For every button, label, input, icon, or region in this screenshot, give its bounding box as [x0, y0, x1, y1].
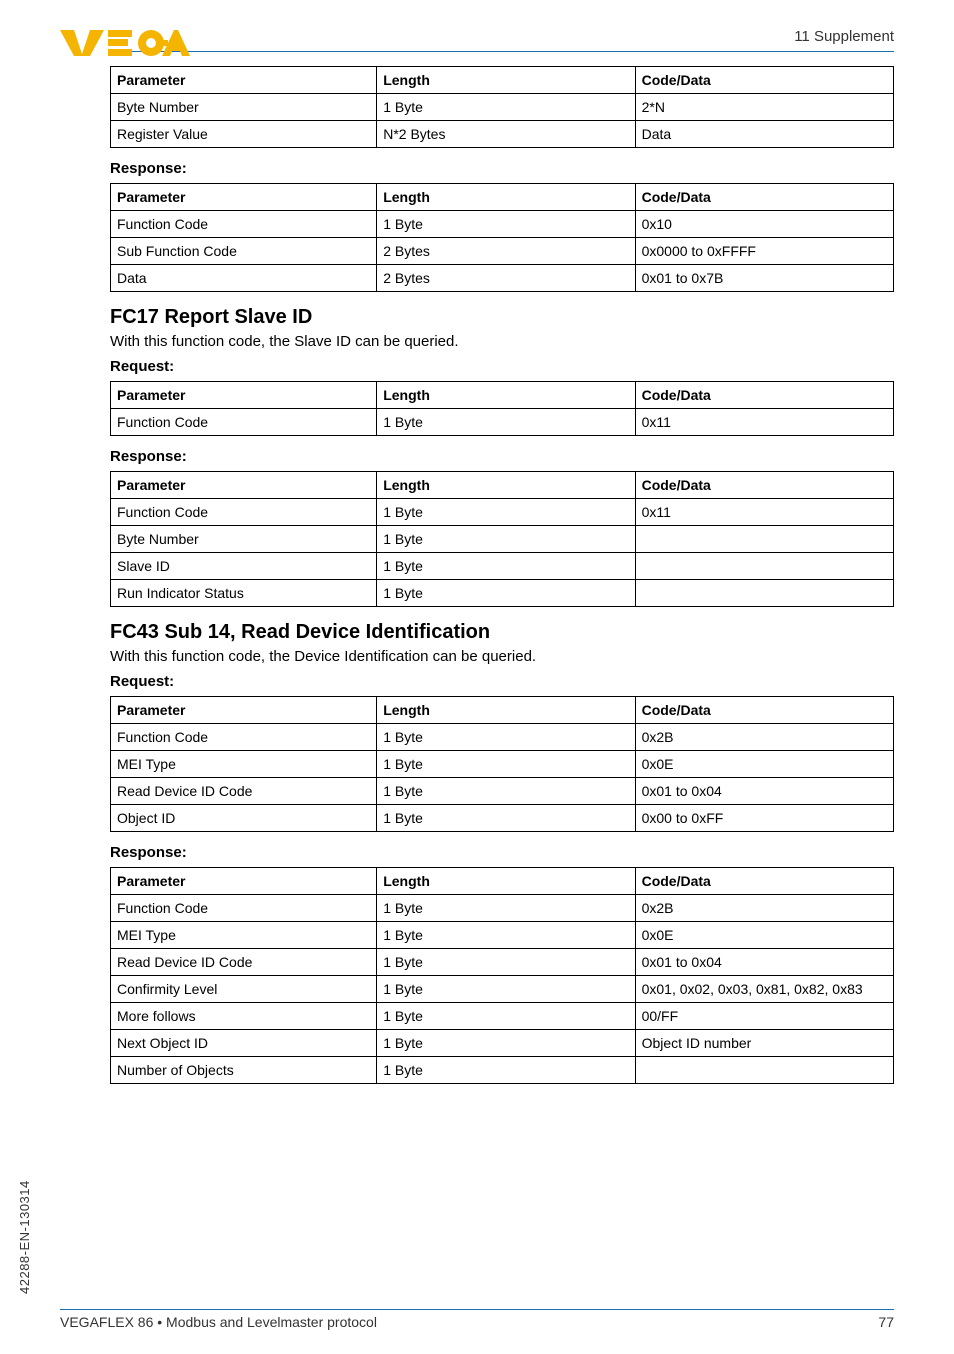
table-row: MEI Type1 Byte0x0E: [111, 751, 894, 778]
heading-fc43: FC43 Sub 14, Read Device Identification: [110, 621, 894, 644]
th: Code/Data: [635, 382, 893, 409]
label-request: Request:: [110, 358, 894, 375]
table-row: Object ID1 Byte0x00 to 0xFF: [111, 805, 894, 832]
desc-fc43: With this function code, the Device Iden…: [110, 648, 894, 665]
th: Parameter: [111, 472, 377, 499]
table-row: Number of Objects1 Byte: [111, 1057, 894, 1084]
th: Code/Data: [635, 868, 893, 895]
th: Parameter: [111, 697, 377, 724]
table-row: Function Code1 Byte0x11: [111, 409, 894, 436]
table-row: Byte Number1 Byte2*N: [111, 94, 894, 121]
th: Length: [377, 697, 635, 724]
table-row: Function Code1 Byte0x10: [111, 211, 894, 238]
label-response: Response:: [110, 844, 894, 861]
table-fc43-req: Parameter Length Code/Data Function Code…: [110, 696, 894, 832]
table-row: Read Device ID Code1 Byte0x01 to 0x04: [111, 778, 894, 805]
table-row: Function Code1 Byte0x2B: [111, 724, 894, 751]
th: Code/Data: [635, 184, 893, 211]
document-code: 42288-EN-130314: [17, 1180, 32, 1294]
th: Parameter: [111, 868, 377, 895]
th: Parameter: [111, 184, 377, 211]
table-response-1: Parameter Length Code/Data Function Code…: [110, 183, 894, 292]
table-row: Register ValueN*2 BytesData: [111, 121, 894, 148]
table-fc17-res: Parameter Length Code/Data Function Code…: [110, 471, 894, 607]
label-response: Response:: [110, 160, 894, 177]
footer-divider: [60, 1309, 894, 1310]
table-row: Sub Function Code2 Bytes0x0000 to 0xFFFF: [111, 238, 894, 265]
th: Parameter: [111, 67, 377, 94]
table-row: Confirmity Level1 Byte0x01, 0x02, 0x03, …: [111, 976, 894, 1003]
table-row: Data2 Bytes0x01 to 0x7B: [111, 265, 894, 292]
th: Length: [377, 184, 635, 211]
table-row: Read Device ID Code1 Byte0x01 to 0x04: [111, 949, 894, 976]
th: Code/Data: [635, 67, 893, 94]
label-request: Request:: [110, 673, 894, 690]
th: Length: [377, 472, 635, 499]
header-divider: [110, 51, 894, 52]
th: Length: [377, 67, 635, 94]
table-row: MEI Type1 Byte0x0E: [111, 922, 894, 949]
th: Code/Data: [635, 697, 893, 724]
th: Parameter: [111, 382, 377, 409]
table-row: Slave ID1 Byte: [111, 553, 894, 580]
vega-logo: [60, 28, 190, 63]
table-row: Byte Number1 Byte: [111, 526, 894, 553]
table-row: Function Code1 Byte0x11: [111, 499, 894, 526]
th: Code/Data: [635, 472, 893, 499]
heading-fc17: FC17 Report Slave ID: [110, 306, 894, 329]
table-top: Parameter Length Code/Data Byte Number1 …: [110, 66, 894, 148]
page-section-label: 11 Supplement: [110, 28, 894, 51]
label-response: Response:: [110, 448, 894, 465]
table-row: Next Object ID1 ByteObject ID number: [111, 1030, 894, 1057]
table-row: Function Code1 Byte0x2B: [111, 895, 894, 922]
table-fc43-res: Parameter Length Code/Data Function Code…: [110, 867, 894, 1084]
th: Length: [377, 382, 635, 409]
table-row: Run Indicator Status1 Byte: [111, 580, 894, 607]
th: Length: [377, 868, 635, 895]
footer: VEGAFLEX 86 • Modbus and Levelmaster pro…: [60, 1309, 894, 1330]
table-row: More follows1 Byte00/FF: [111, 1003, 894, 1030]
page-number: 77: [878, 1314, 894, 1330]
desc-fc17: With this function code, the Slave ID ca…: [110, 333, 894, 350]
footer-title: VEGAFLEX 86 • Modbus and Levelmaster pro…: [60, 1314, 377, 1330]
table-fc17-req: Parameter Length Code/Data Function Code…: [110, 381, 894, 436]
